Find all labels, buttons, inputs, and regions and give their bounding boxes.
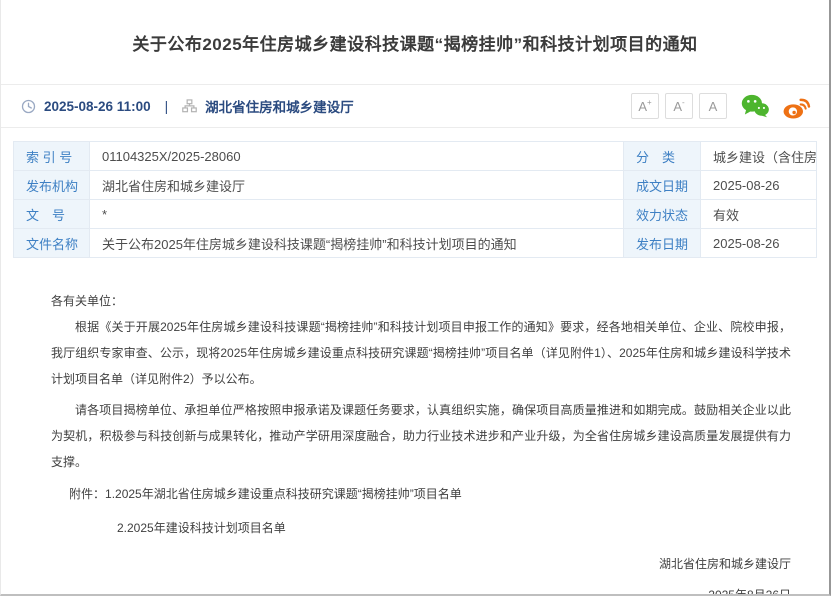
info-value: 01104325X/2025-28060 (90, 142, 624, 171)
clock-icon (21, 99, 36, 114)
page-header: 关于公布2025年住房城乡建设科技课题“揭榜挂帅”和科技计划项目的通知 (1, 0, 829, 85)
weibo-share-icon[interactable] (783, 94, 811, 119)
notice-page: 关于公布2025年住房城乡建设科技课题“揭榜挂帅”和科技计划项目的通知 2025… (0, 0, 831, 596)
table-row: 发布机构 湖北省住房和城乡建设厅 成文日期 2025-08-26 (14, 171, 817, 200)
info-label: 发布日期 (624, 229, 701, 258)
info-label: 效力状态 (624, 200, 701, 229)
paragraph: 根据《关于开展2025年住房城乡建设科技课题“揭榜挂帅”和科技计划项目申报工作的… (51, 314, 791, 392)
info-label: 发布机构 (14, 171, 90, 200)
signature: 湖北省住房和城乡建设厅 (51, 551, 791, 577)
salutation: 各有关单位： (51, 288, 791, 314)
info-label: 分 类 (624, 142, 701, 171)
attachment-link[interactable]: 2.2025年建设科技计划项目名单 (117, 521, 286, 535)
info-value: 湖北省住房和城乡建设厅 (90, 171, 624, 200)
font-decrease-button[interactable]: A- (665, 93, 693, 119)
info-value: * (90, 200, 624, 229)
info-label: 文件名称 (14, 229, 90, 258)
meta-info: 2025-08-26 11:00 | 湖北省住房和城乡建设厅 (21, 96, 354, 116)
meta-bar: 2025-08-26 11:00 | 湖北省住房和城乡建设厅 A+ A- A (1, 85, 829, 128)
info-value: 关于公布2025年住房城乡建设科技课题“揭榜挂帅”和科技计划项目的通知 (90, 229, 624, 258)
source-link[interactable]: 湖北省住房和城乡建设厅 (205, 96, 354, 116)
attachments-line: 2.2025年建设科技计划项目名单 (51, 515, 791, 541)
attachment-link[interactable]: 1.2025年湖北省住房城乡建设重点科技研究课题“揭榜挂帅”项目名单 (105, 487, 462, 501)
font-increase-button[interactable]: A+ (631, 93, 659, 119)
table-row: 文件名称 关于公布2025年住房城乡建设科技课题“揭榜挂帅”和科技计划项目的通知… (14, 229, 817, 258)
paragraph: 请各项目揭榜单位、承担单位严格按照申报承诺及课题任务要求，认真组织实施，确保项目… (51, 397, 791, 475)
info-value: 有效 (701, 200, 817, 229)
attachments-prefix: 附件： (69, 487, 105, 501)
info-value: 城乡建设（含住房） (701, 142, 817, 171)
signature-date: 2025年8月26日 (51, 582, 791, 596)
info-value: 2025-08-26 (701, 229, 817, 258)
sitemap-icon (182, 99, 197, 113)
info-label: 成文日期 (624, 171, 701, 200)
wechat-share-icon[interactable] (741, 94, 769, 118)
table-row: 文 号 * 效力状态 有效 (14, 200, 817, 229)
meta-separator: | (165, 99, 169, 114)
page-title: 关于公布2025年住房城乡建设科技课题“揭榜挂帅”和科技计划项目的通知 (132, 30, 697, 55)
info-table: 索 引 号 01104325X/2025-28060 分 类 城乡建设（含住房）… (13, 141, 817, 258)
info-value: 2025-08-26 (701, 171, 817, 200)
meta-actions: A+ A- A (631, 93, 811, 119)
table-row: 索 引 号 01104325X/2025-28060 分 类 城乡建设（含住房） (14, 142, 817, 171)
info-label: 文 号 (14, 200, 90, 229)
article-body: 各有关单位： 根据《关于开展2025年住房城乡建设科技课题“揭榜挂帅”和科技计划… (1, 258, 829, 596)
font-default-button[interactable]: A (699, 93, 727, 119)
info-label: 索 引 号 (14, 142, 90, 171)
publish-time: 2025-08-26 11:00 (44, 99, 151, 114)
attachments-line: 附件：1.2025年湖北省住房城乡建设重点科技研究课题“揭榜挂帅”项目名单 (51, 481, 791, 507)
